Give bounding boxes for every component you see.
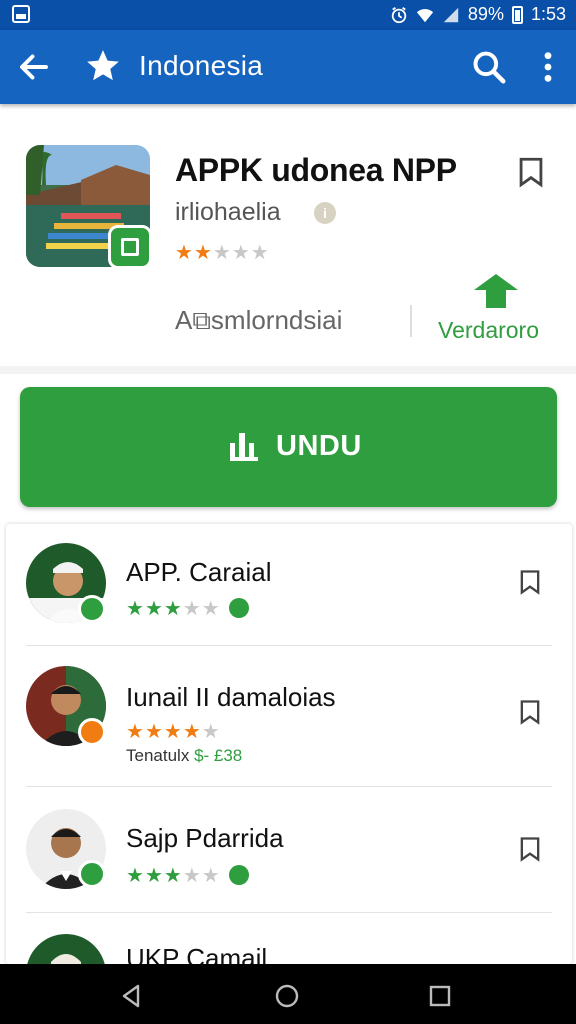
star-filled-icon: ★	[144, 721, 164, 743]
battery-icon	[511, 5, 523, 24]
list-item[interactable]: Iunail II damaloias ★★★★★ Tenatulx $- £3…	[6, 646, 572, 787]
rating-label: A⧉smlorndsiai	[175, 305, 343, 335]
star-filled-icon: ★	[126, 865, 145, 887]
list-item-title: UKP Camail	[126, 943, 268, 964]
bookmark-icon[interactable]	[516, 566, 544, 598]
wifi-icon	[416, 8, 434, 22]
star-empty-icon: ★	[201, 598, 221, 620]
signal-icon	[443, 7, 459, 22]
star-filled-icon: ★	[175, 242, 194, 264]
list-item[interactable]: APP. Caraial ★★★★★	[6, 524, 572, 646]
list-item[interactable]: Sajp Pdarrida ★★★★★	[6, 787, 572, 912]
up-arrow-icon[interactable]	[472, 274, 520, 308]
status-icons: 89% 1:53	[390, 4, 566, 25]
app-rating-stars: ★★★★★	[175, 240, 270, 265]
back-triangle-icon[interactable]	[120, 984, 144, 1008]
info-icon[interactable]: i	[314, 202, 336, 224]
alarm-icon	[391, 6, 407, 23]
star-empty-icon: ★	[182, 865, 202, 887]
update-label[interactable]: Verdaroro	[438, 317, 539, 344]
bookmark-icon[interactable]	[514, 155, 548, 189]
install-label: UNDU	[276, 430, 362, 462]
list-item-title: APP. Caraial	[126, 557, 272, 587]
star-empty-icon: ★	[201, 721, 221, 743]
star-empty-icon: ★	[182, 598, 202, 620]
star-filled-icon: ★	[163, 721, 183, 743]
rating-stars: ★★★★★	[126, 863, 249, 888]
star-filled-icon: ★	[126, 598, 145, 620]
bookmark-icon[interactable]	[516, 833, 544, 865]
app-name: APPK udonea NPP	[175, 152, 457, 188]
app-badge-icon	[78, 860, 106, 888]
verified-icon	[228, 597, 249, 618]
verified-icon	[228, 864, 249, 885]
recents-square-icon[interactable]	[428, 984, 452, 1008]
star-filled-icon: ★	[144, 598, 164, 620]
search-icon[interactable]	[470, 48, 508, 86]
star-filled-icon: ★	[126, 721, 145, 743]
rating-stars: ★★★★★	[126, 719, 221, 744]
star-icon[interactable]	[84, 47, 122, 85]
app-badge-icon	[78, 718, 106, 746]
list-item-title: Iunail II damaloias	[126, 682, 336, 712]
star-empty-icon: ★	[212, 242, 232, 264]
list-item-title: Sajp Pdarrida	[126, 823, 284, 853]
star-filled-icon: ★	[163, 865, 183, 887]
developer-name[interactable]: irliohaelia	[175, 198, 281, 227]
more-vert-icon[interactable]	[533, 50, 563, 84]
navigation-bar	[0, 964, 576, 1024]
notification-icon	[12, 5, 30, 23]
star-filled-icon: ★	[163, 598, 183, 620]
install-button[interactable]: UNDU	[20, 387, 557, 507]
list-item-subtitle: Tenatulx $- £38	[126, 746, 242, 766]
list-item[interactable]: UKP Camail	[6, 913, 572, 964]
app-bar: Indonesia	[0, 30, 576, 104]
star-empty-icon: ★	[231, 242, 251, 264]
star-filled-icon: ★	[182, 721, 202, 743]
star-filled-icon: ★	[144, 865, 164, 887]
home-circle-icon[interactable]	[275, 984, 299, 1008]
avatar	[26, 934, 106, 964]
related-apps-list: APP. Caraial ★★★★★ Iunail II damaloias ★…	[6, 524, 572, 964]
bookmark-icon[interactable]	[516, 696, 544, 728]
price-text: $- £38	[194, 746, 243, 765]
star-empty-icon: ★	[250, 242, 270, 264]
battery-percent: 89%	[467, 4, 504, 24]
rating-stars: ★★★★★	[126, 596, 249, 621]
page-title: Indonesia	[139, 50, 264, 81]
clock: 1:53	[530, 4, 566, 24]
section-separator	[0, 366, 576, 374]
app-badge-icon	[78, 595, 106, 623]
arrow-left-icon[interactable]	[16, 49, 52, 85]
status-bar: 89% 1:53	[0, 0, 576, 30]
divider	[410, 305, 412, 337]
subtitle-prefix: Tenatulx	[126, 746, 190, 765]
download-bars-icon	[230, 433, 258, 461]
star-filled-icon: ★	[193, 242, 213, 264]
app-badge-icon	[108, 225, 152, 269]
star-empty-icon: ★	[201, 865, 221, 887]
